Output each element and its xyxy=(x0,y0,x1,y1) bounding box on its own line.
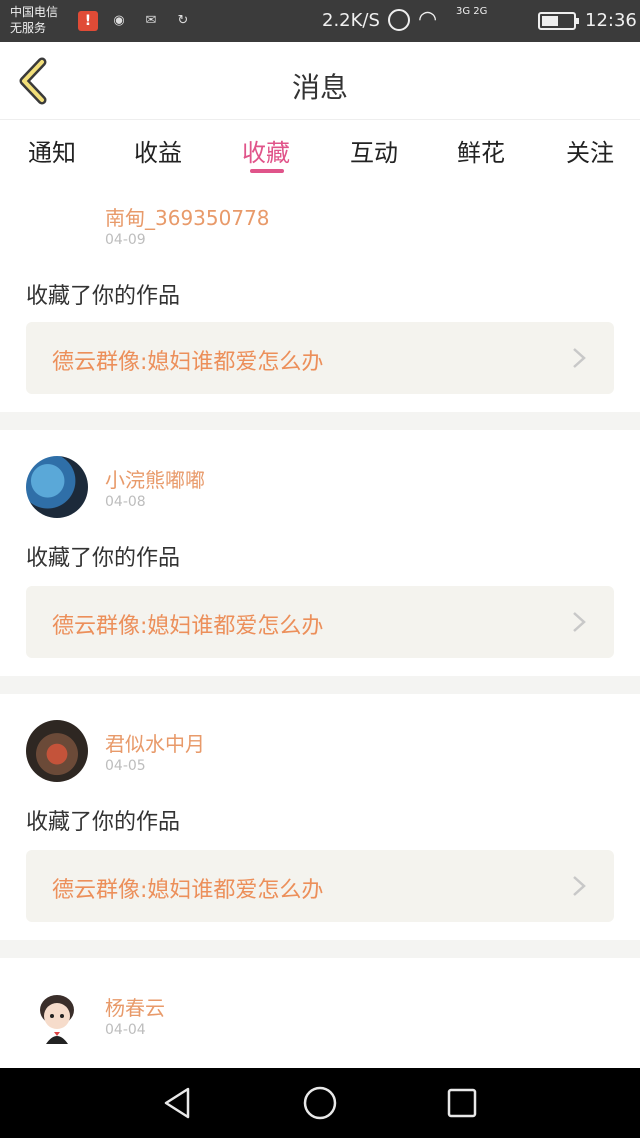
carrier-label: 中国电信 无服务 xyxy=(10,4,58,36)
tab-label: 鲜花 xyxy=(457,139,505,167)
tab-label: 互动 xyxy=(350,139,398,167)
work-link[interactable]: 德云群像:媳妇谁都爱怎么办 xyxy=(26,850,614,922)
signal-icon: 3G 2G xyxy=(456,6,496,36)
username[interactable]: 杨春云 xyxy=(105,992,165,1021)
tab-earnings[interactable]: 收益 xyxy=(118,133,198,173)
tab-interactions[interactable]: 互动 xyxy=(334,133,414,173)
message-date: 04-04 xyxy=(105,1022,146,1038)
work-link[interactable]: 德云群像:媳妇谁都爱怎么办 xyxy=(26,586,614,658)
home-circle-icon[interactable] xyxy=(302,1085,338,1121)
status-bar: 中国电信 无服务 ! ◉ ✉ ↻ 2.2K/S ◠ 3G 2G 12:36 xyxy=(0,0,640,42)
message-item: 小浣熊嘟嘟 04-08 收藏了你的作品 德云群像:媳妇谁都爱怎么办 xyxy=(0,430,640,676)
chevron-right-icon xyxy=(573,612,586,632)
work-link[interactable]: 德云群像:媳妇谁都爱怎么办 xyxy=(26,322,614,394)
work-title: 德云群像:媳妇谁都爱怎么办 xyxy=(52,878,324,903)
mail-icon: ✉ xyxy=(145,13,157,28)
tab-label: 收益 xyxy=(134,139,182,167)
page-title: 消息 xyxy=(291,71,348,104)
action-text: 收藏了你的作品 xyxy=(26,284,181,309)
network-types: 3G 2G xyxy=(456,6,488,17)
message-item: 杨春云 04-04 xyxy=(0,958,640,1068)
weibo-icon: ◉ xyxy=(113,13,125,28)
alert-icon: ! xyxy=(78,11,98,31)
message-date: 04-05 xyxy=(105,758,146,774)
clock: 12:36 xyxy=(585,10,637,31)
back-triangle-icon[interactable] xyxy=(160,1085,196,1121)
tab-favorites[interactable]: 收藏 xyxy=(226,133,306,173)
sync-icon: ↻ xyxy=(177,13,189,28)
header: 消息 xyxy=(0,42,640,120)
tab-flowers[interactable]: 鲜花 xyxy=(441,133,521,173)
battery-icon xyxy=(538,12,579,30)
wifi-icon: ◠ xyxy=(418,7,438,32)
action-text: 收藏了你的作品 xyxy=(26,546,181,571)
tab-label: 关注 xyxy=(566,139,614,167)
message-item: 南甸_369350778 04-09 收藏了你的作品 德云群像:媳妇谁都爱怎么办 xyxy=(0,184,640,412)
active-tab-indicator xyxy=(250,169,284,173)
work-title: 德云群像:媳妇谁都爱怎么办 xyxy=(52,614,324,639)
system-nav-bar xyxy=(0,1068,640,1138)
tab-notifications[interactable]: 通知 xyxy=(12,133,92,173)
tab-label: 通知 xyxy=(28,139,76,167)
username[interactable]: 君似水中月 xyxy=(105,728,205,757)
action-text: 收藏了你的作品 xyxy=(26,810,181,835)
work-title: 德云群像:媳妇谁都爱怎么办 xyxy=(52,350,324,375)
separator xyxy=(0,940,640,958)
username[interactable]: 南甸_369350778 xyxy=(105,202,270,231)
avatar[interactable] xyxy=(26,984,88,1046)
separator xyxy=(0,412,640,430)
tab-follows[interactable]: 关注 xyxy=(550,133,630,173)
service-status: 无服务 xyxy=(10,21,47,35)
net-speed: 2.2K/S xyxy=(322,10,380,31)
message-date: 04-09 xyxy=(105,232,146,248)
alarm-icon xyxy=(388,9,410,31)
separator xyxy=(0,676,640,694)
chevron-right-icon xyxy=(573,876,586,896)
message-item: 君似水中月 04-05 收藏了你的作品 德云群像:媳妇谁都爱怎么办 xyxy=(0,694,640,940)
recents-square-icon[interactable] xyxy=(444,1085,480,1121)
chevron-right-icon xyxy=(573,348,586,368)
tab-bar: 通知 收益 收藏 互动 鲜花 关注 xyxy=(0,121,640,183)
avatar[interactable] xyxy=(26,720,88,782)
cartoon-avatar-icon xyxy=(40,995,74,1044)
username[interactable]: 小浣熊嘟嘟 xyxy=(105,464,205,493)
avatar[interactable] xyxy=(26,456,88,518)
tab-label: 收藏 xyxy=(242,139,290,167)
message-date: 04-08 xyxy=(105,494,146,510)
carrier-name: 中国电信 xyxy=(10,5,59,19)
